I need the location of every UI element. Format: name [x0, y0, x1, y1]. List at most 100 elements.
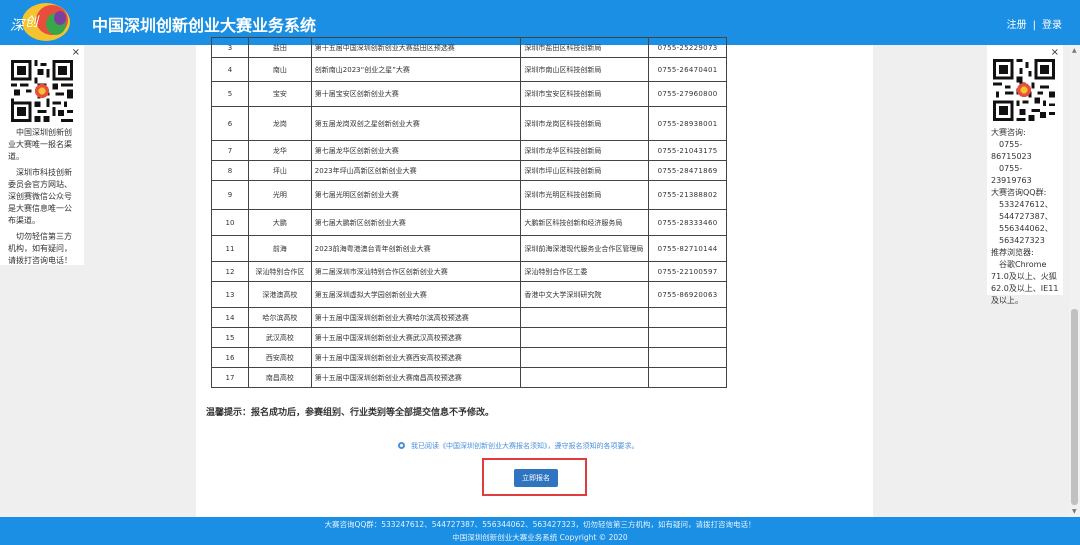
- browser-text: 谷歌Chrome 71.0及以上、火狐 62.0及以上、IE11及以上。: [991, 260, 1059, 305]
- row-phone: 0755-27960800: [648, 81, 727, 107]
- qq-group: 556344062、: [999, 224, 1053, 233]
- qr-code-icon: [11, 60, 73, 122]
- agreement-option[interactable]: 我已阅读《中国深圳创新创业大赛报名须知》，遵守报名须知的各项要求。: [398, 441, 639, 451]
- row-organizer: [520, 347, 650, 368]
- row-phone: [648, 367, 727, 388]
- row-area: 南昌高校: [247, 367, 312, 388]
- main-content: 3 盐田 第十五届中国深圳创新创业大赛盐田区预选赛 深圳市盐田区科技创新局 0755-2…: [196, 37, 873, 517]
- apply-now-button[interactable]: 立即报名: [514, 469, 558, 487]
- qq-group: 563427323: [999, 236, 1045, 245]
- table-body: 3 盐田 第十五届中国深圳创新创业大赛盐田区预选赛 深圳市盐田区科技创新局 0755-2…: [211, 37, 727, 388]
- row-organizer: [520, 327, 650, 348]
- row-number: 10: [211, 209, 249, 236]
- row-area: 西安高校: [247, 347, 312, 368]
- row-organizer: 深圳市坪山区科技创新局: [520, 160, 650, 181]
- row-number: 4: [211, 57, 249, 82]
- svg-text:创: 创: [25, 15, 40, 30]
- row-area: 武汉高校: [247, 327, 312, 348]
- row-event: 第五届深圳虚拟大学园创新创业大赛: [310, 281, 522, 308]
- row-event: 第十五届中国深圳创新创业大赛盐田区预选赛: [310, 37, 522, 58]
- row-phone: 0755-25229073: [648, 37, 727, 58]
- qq-group: 533247612、: [999, 200, 1053, 209]
- site-title: 中国深圳创新创业大赛业务系统: [92, 16, 317, 35]
- row-organizer: 深汕特别合作区工委: [520, 261, 650, 282]
- table-row: 3 盐田 第十五届中国深圳创新创业大赛盐田区预选赛 深圳市盐田区科技创新局 0755-2…: [211, 37, 727, 58]
- close-icon[interactable]: ×: [72, 47, 80, 59]
- site-logo[interactable]: 深 创: [8, 2, 72, 44]
- login-link[interactable]: 登录: [1042, 20, 1062, 31]
- row-area: 坪山: [247, 160, 312, 181]
- qr-code-icon: [993, 59, 1055, 121]
- row-event: 第十五届中国深圳创新创业大赛哈尔滨高校预选赛: [310, 307, 522, 328]
- row-number: 12: [211, 261, 249, 282]
- row-organizer: 深圳市龙华区科技创新局: [520, 140, 650, 161]
- table-row: 10 大鹏 第七届大鹏新区创新创业大赛 大鹏新区科技创新和经济服务局 0755-2833…: [211, 209, 727, 236]
- table-row: 11 前海 2023前海粤港澳台青年创新创业大赛 深圳前海深港现代服务业合作区管理局 0…: [211, 235, 727, 262]
- row-organizer: [520, 307, 650, 328]
- row-number: 3: [211, 37, 249, 58]
- row-phone: 0755-86920063: [648, 281, 727, 308]
- row-organizer: 深圳市宝安区科技创新局: [520, 81, 650, 107]
- scroll-up-icon[interactable]: ▲: [1072, 47, 1077, 54]
- scrollbar-thumb[interactable]: [1071, 309, 1078, 505]
- row-phone: [648, 327, 727, 348]
- qq-label: 大赛咨询QQ群:: [991, 188, 1047, 197]
- row-event: 第十五届中国深圳创新创业大赛武汉高校预选赛: [310, 327, 522, 348]
- table-row: 14 哈尔滨高校 第十五届中国深圳创新创业大赛哈尔滨高校预选赛: [211, 307, 727, 328]
- row-event: 第十五届中国深圳创新创业大赛西安高校预选赛: [310, 347, 522, 368]
- row-phone: [648, 347, 727, 368]
- table-row: 4 南山 创新南山2023“创业之星”大赛 深圳市南山区科技创新局 0755-26470…: [211, 57, 727, 82]
- row-area: 深港澳高校: [247, 281, 312, 308]
- notice-paragraph: 中国深圳创新创业大赛唯一报名渠道。: [8, 128, 72, 161]
- table-row: 7 龙华 第七届龙华区创新创业大赛 深圳市龙华区科技创新局 0755-21043175: [211, 140, 727, 161]
- table-row: 8 坪山 2023年坪山高新区创新创业大赛 深圳市坪山区科技创新局 0755-28471…: [211, 160, 727, 181]
- consult-phone: 0755-86715023: [991, 140, 1032, 161]
- row-organizer: 深圳市南山区科技创新局: [520, 57, 650, 82]
- warm-tip: 温馨提示：报名成功后，参赛组别、行业类别等全部提交信息不予修改。: [206, 408, 495, 418]
- row-phone: 0755-22100597: [648, 261, 727, 282]
- row-event: 第七届大鹏新区创新创业大赛: [310, 209, 522, 236]
- row-event: 第十届宝安区创新创业大赛: [310, 81, 522, 107]
- register-link[interactable]: 注册: [1007, 20, 1027, 31]
- row-area: 龙岗: [247, 106, 312, 141]
- row-organizer: [520, 367, 650, 388]
- table-row: 16 西安高校 第十五届中国深圳创新创业大赛西安高校预选赛: [211, 347, 727, 368]
- table-row: 15 武汉高校 第十五届中国深圳创新创业大赛武汉高校预选赛: [211, 327, 727, 348]
- row-event: 第七届光明区创新创业大赛: [310, 180, 522, 210]
- row-organizer: 大鹏新区科技创新和经济服务局: [520, 209, 650, 236]
- row-number: 11: [211, 235, 249, 262]
- table-row: 6 龙岗 第五届龙岗双创之星创新创业大赛 深圳市龙岗区科技创新局 0755-289380…: [211, 106, 727, 141]
- close-icon[interactable]: ×: [1051, 47, 1059, 59]
- browser-label: 推荐浏览器:: [991, 248, 1034, 257]
- row-area: 南山: [247, 57, 312, 82]
- row-number: 13: [211, 281, 249, 308]
- footer-contact-line: 大赛咨询QQ群：533247612、544727387、556344062、56…: [324, 520, 756, 529]
- row-organizer: 深圳市盐田区科技创新局: [520, 37, 650, 58]
- row-number: 17: [211, 367, 249, 388]
- row-event: 第七届龙华区创新创业大赛: [310, 140, 522, 161]
- row-phone: 0755-28471869: [648, 160, 727, 181]
- scroll-down-icon[interactable]: ▼: [1072, 508, 1077, 515]
- row-area: 宝安: [247, 81, 312, 107]
- header-links: 注册 | 登录: [1007, 16, 1062, 31]
- row-event: 第五届龙岗双创之星创新创业大赛: [310, 106, 522, 141]
- right-contact-text: 大赛咨询: 0755-86715023 0755-23919763 大赛咨询QQ…: [991, 127, 1061, 307]
- notice-paragraph: 切勿轻信第三方机构，如有疑问，请拨打咨询电话！: [8, 232, 72, 265]
- row-area: 龙华: [247, 140, 312, 161]
- consult-label: 大赛咨询:: [991, 128, 1026, 137]
- svg-text:深: 深: [10, 18, 26, 34]
- row-area: 盐田: [247, 37, 312, 58]
- table-row: 9 光明 第七届光明区创新创业大赛 深圳市光明区科技创新局 0755-21388802: [211, 180, 727, 210]
- row-event: 第十五届中国深圳创新创业大赛南昌高校预选赛: [310, 367, 522, 388]
- right-contact-panel: × 大赛咨询: 0755-86715023 0755-23919763 大赛咨询…: [987, 45, 1063, 305]
- row-area: 深汕特别合作区: [247, 261, 312, 282]
- row-phone: 0755-21043175: [648, 140, 727, 161]
- row-event: 创新南山2023“创业之星”大赛: [310, 57, 522, 82]
- row-area: 前海: [247, 235, 312, 262]
- agreement-text[interactable]: 我已阅读《中国深圳创新创业大赛报名须知》，遵守报名须知的各项要求。: [411, 442, 639, 450]
- row-number: 15: [211, 327, 249, 348]
- row-organizer: 香港中文大学深圳研究院: [520, 281, 650, 308]
- row-area: 哈尔滨高校: [247, 307, 312, 328]
- page-scrollbar[interactable]: ▲ ▼: [1069, 45, 1080, 517]
- radio-checked-icon[interactable]: [398, 442, 405, 449]
